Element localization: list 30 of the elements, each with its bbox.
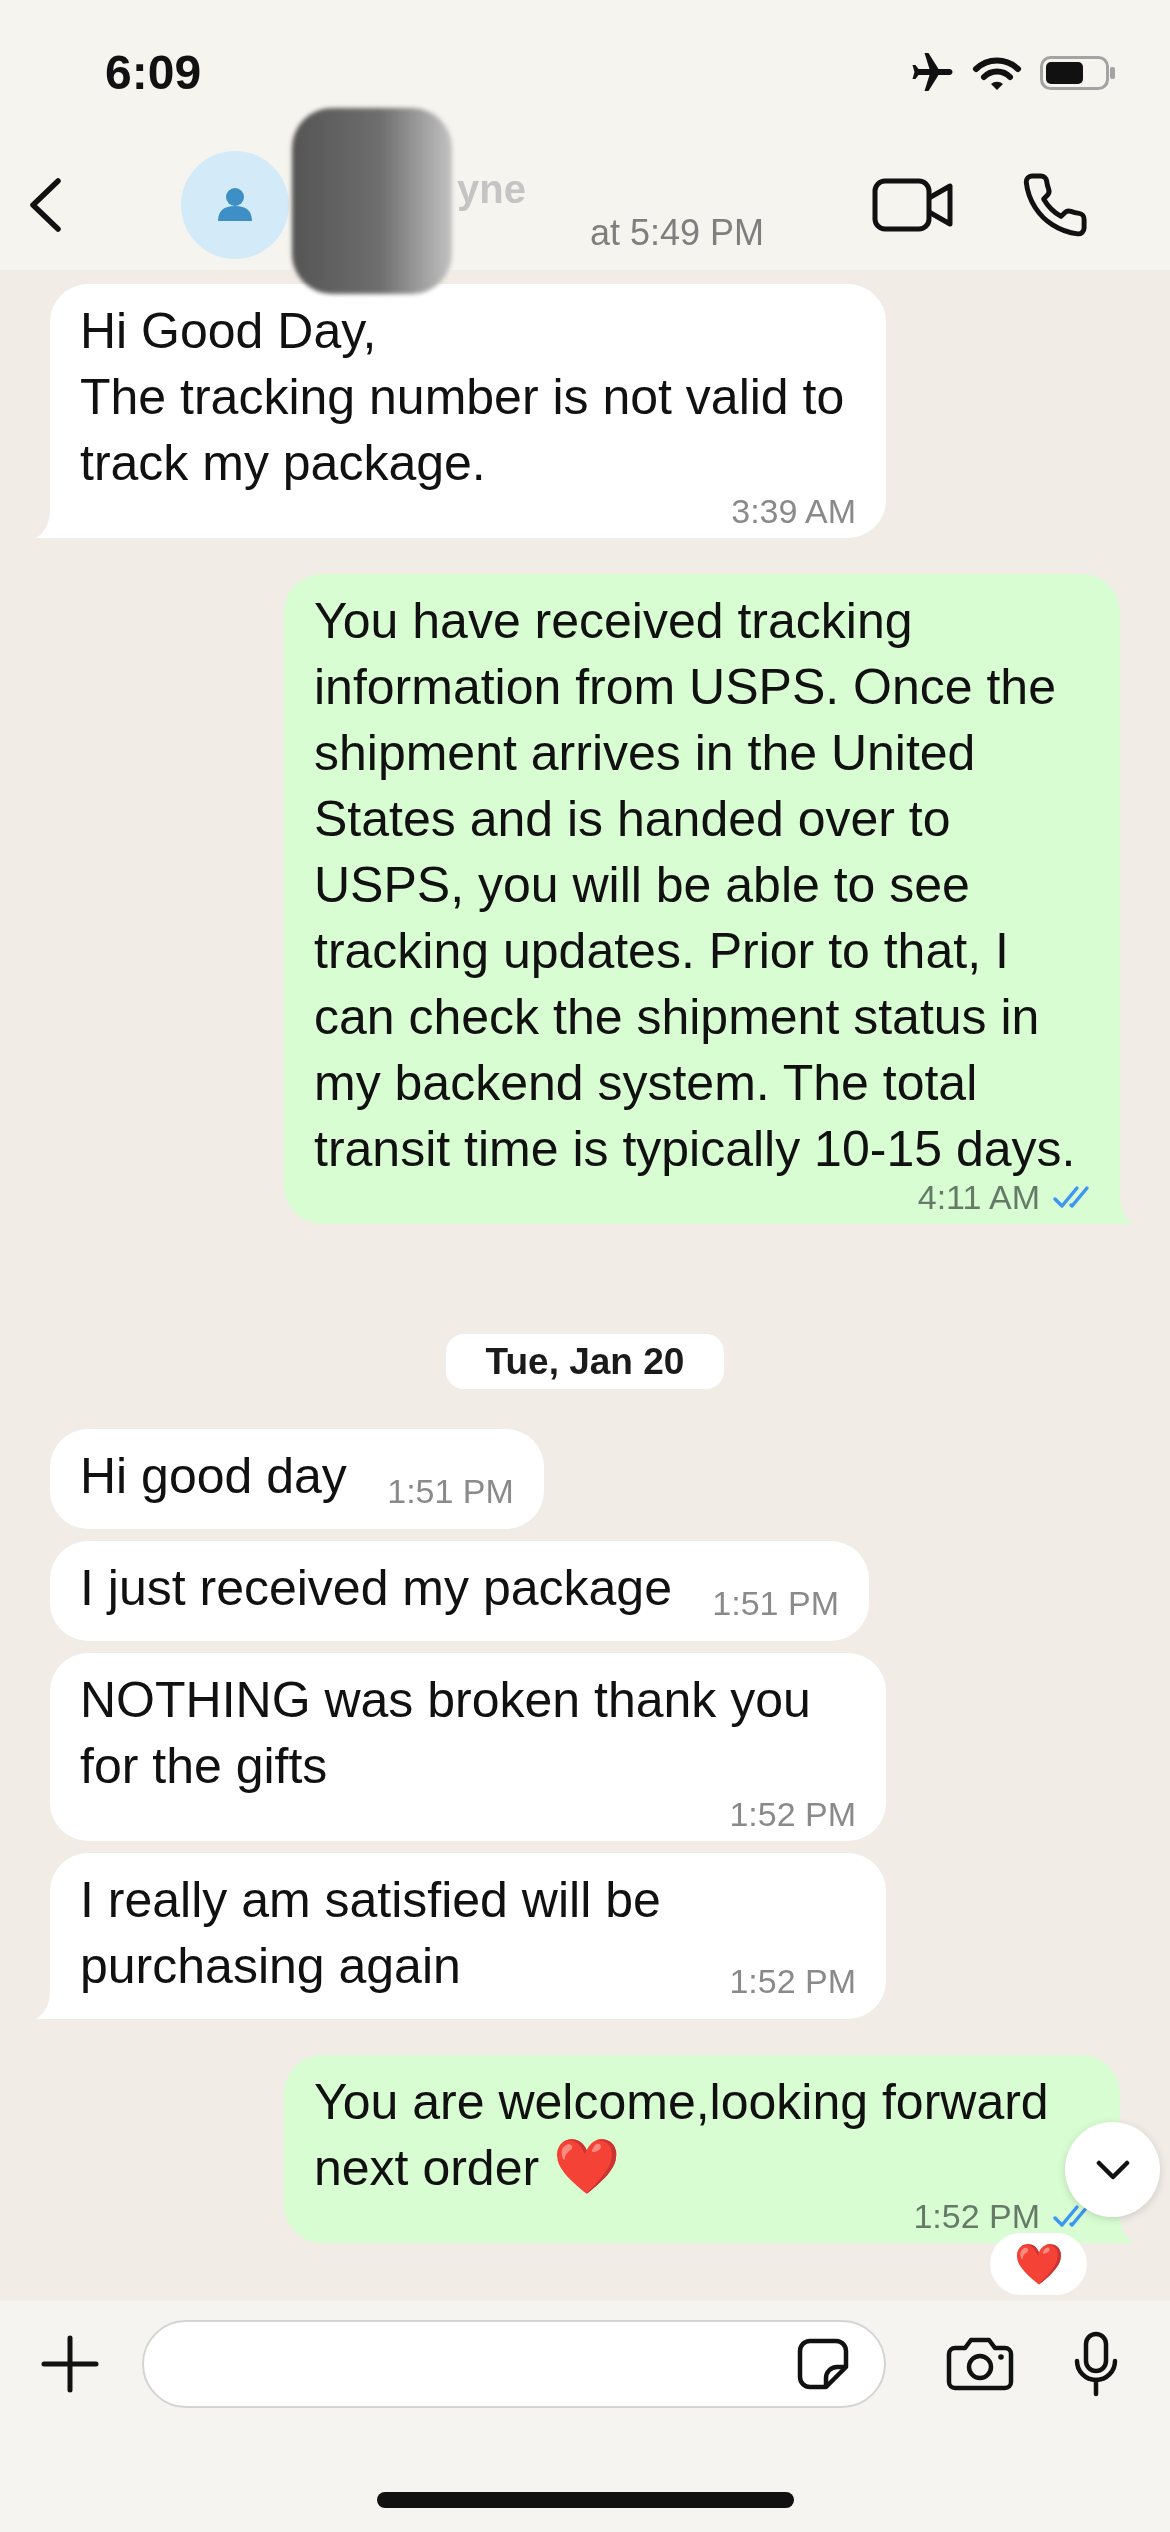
airplane-icon	[911, 53, 954, 93]
video-camera-icon[interactable]	[872, 178, 954, 232]
last-seen-text: at 5:49 PM	[590, 212, 765, 254]
sticker-icon[interactable]	[795, 2336, 851, 2392]
message-text: I really am satisfied will be purchasing again	[80, 1872, 661, 1994]
message-time: 1:51 PM	[712, 1585, 839, 1621]
plus-icon[interactable]	[41, 2335, 99, 2393]
message-time: 4:11 AM	[917, 1182, 1040, 1212]
battery-icon	[1040, 56, 1116, 90]
message-time: 1:52 PM	[729, 1799, 856, 1829]
message-text: I just received my package	[80, 1560, 672, 1616]
back-chevron-icon[interactable]	[28, 177, 62, 233]
chevron-down-icon	[1095, 2159, 1130, 2180]
reaction-badge[interactable]: ❤	[990, 2233, 1087, 2295]
message-time: 1:52 PM	[913, 2201, 1040, 2231]
message-text: Hi Good Day, The tracking number is not valid to track my package.	[80, 303, 845, 491]
message-time: 3:39 AM	[731, 496, 856, 526]
microphone-icon[interactable]	[1072, 2331, 1120, 2397]
camera-icon[interactable]	[945, 2336, 1015, 2392]
message-text: You have received tracking information from USPS. Once the shipment arrives in the United States and is handed over to USPS, you will be able to see tracking updates. Prior to that, I can check the shipment status in my backend system. The total transit time is typically 10-15 days.	[314, 593, 1076, 1177]
status-time: 6:09	[105, 49, 202, 97]
date-chip: Tue, Jan 20	[445, 1334, 725, 1389]
message-time: 1:52 PM	[729, 1963, 856, 1999]
phone-icon[interactable]	[1023, 173, 1087, 237]
message-text: Hi good day	[80, 1448, 347, 1504]
message-text: You are welcome,looking forward next order ❤	[314, 2074, 1049, 2196]
wifi-icon	[972, 55, 1022, 91]
message-text: NOTHING was broken thank you for the gifts	[80, 1672, 811, 1794]
avatar-icon[interactable]	[181, 151, 289, 259]
message-time: 1:51 PM	[387, 1473, 514, 1509]
